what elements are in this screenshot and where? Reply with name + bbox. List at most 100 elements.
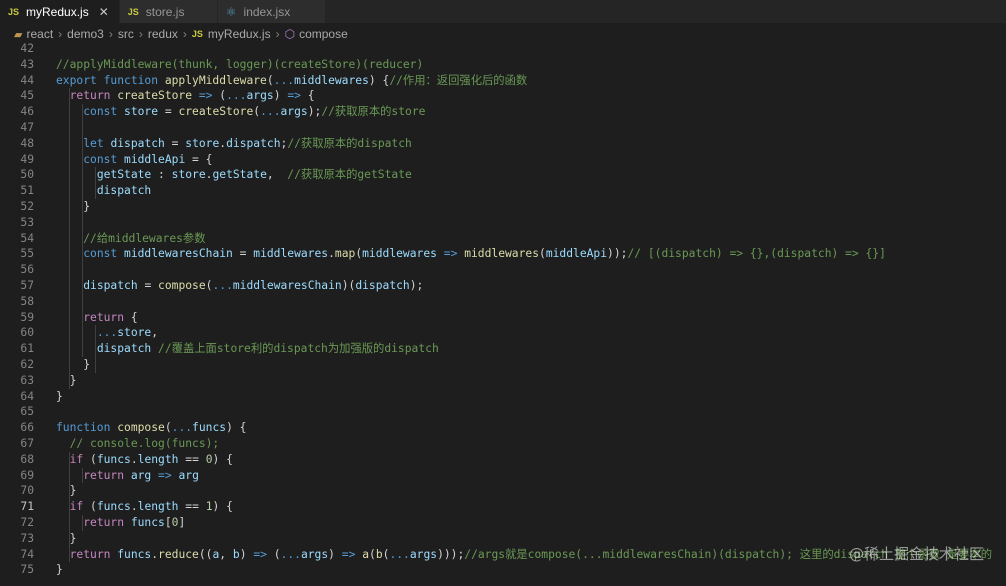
code-line[interactable]: 46 const store = createStore(...args);//… bbox=[0, 104, 1006, 120]
code-token: compose bbox=[117, 421, 165, 435]
code-token: ( bbox=[83, 500, 97, 514]
breadcrumb-item[interactable]: react bbox=[26, 27, 53, 41]
code-token: dispatch bbox=[83, 279, 138, 292]
tab-index[interactable]: ⚛ index.jsx bbox=[217, 0, 326, 23]
breadcrumb-item[interactable]: src bbox=[118, 27, 134, 41]
code-token: dispatch bbox=[355, 279, 410, 292]
code-line[interactable]: 47 bbox=[0, 120, 1006, 136]
code-token: //覆盖上面store利的dispatch为加强版的dispatch bbox=[158, 342, 439, 356]
line-number: 51 bbox=[20, 184, 34, 198]
code-token: //作用：返回强化后的函数 bbox=[389, 73, 528, 87]
code-token: ] bbox=[178, 516, 186, 529]
code-line[interactable]: 65 bbox=[0, 404, 1006, 420]
code-line[interactable]: 56 bbox=[0, 262, 1006, 278]
code-token: == bbox=[178, 500, 206, 514]
code-token: funcs bbox=[96, 452, 131, 466]
tab-myredux[interactable]: JS myRedux.js ✕ bbox=[0, 0, 120, 23]
code-token: middlewares bbox=[294, 73, 369, 87]
code-line[interactable]: 62 } bbox=[0, 357, 1006, 373]
code-token: ) bbox=[239, 547, 254, 561]
line-number: 55 bbox=[20, 247, 34, 261]
code-line[interactable]: 49 const middleApi = { bbox=[0, 152, 1006, 168]
code-line[interactable]: 64} bbox=[0, 389, 1006, 405]
code-text: return funcs[0] bbox=[56, 515, 185, 531]
code-token: function bbox=[103, 73, 165, 87]
close-icon[interactable]: ✕ bbox=[99, 5, 109, 19]
code-editor[interactable]: 42 43 //applyMiddleware(thunk, logger)(cre… bbox=[0, 42, 1006, 586]
tab-bar: JS myRedux.js ✕ JS store.js ⚛ index.jsx bbox=[0, 0, 1006, 23]
code-line[interactable]: 63 } bbox=[0, 373, 1006, 389]
code-line[interactable]: 57 dispatch = compose(...middlewaresChai… bbox=[0, 278, 1006, 294]
code-token: getState bbox=[212, 168, 267, 182]
breadcrumb-item[interactable]: myRedux.js bbox=[208, 27, 271, 41]
code-token: args bbox=[409, 547, 438, 561]
code-line[interactable]: 50 getState : store.getState, //获取原本的get… bbox=[0, 167, 1006, 183]
line-number: 58 bbox=[20, 294, 34, 308]
code-line[interactable]: 61 dispatch //覆盖上面store利的dispatch为加强版的di… bbox=[0, 341, 1006, 357]
breadcrumb-item[interactable]: compose bbox=[299, 27, 348, 41]
code-token: const bbox=[83, 247, 125, 261]
code-token: funcs bbox=[130, 516, 165, 529]
code-token: 1 bbox=[205, 500, 213, 514]
code-token: store bbox=[117, 326, 152, 340]
code-text: } bbox=[56, 389, 63, 405]
code-line[interactable]: 51 dispatch bbox=[0, 183, 1006, 199]
code-line[interactable]: 45 return createStore => (...args) => { bbox=[0, 88, 1006, 104]
code-line[interactable]: 68 if (funcs.length == 0) { bbox=[0, 452, 1006, 468]
code-line[interactable]: 71 if (funcs.length == 1) { bbox=[0, 499, 1006, 515]
code-line[interactable]: 43 //applyMiddleware(thunk, logger)(creat… bbox=[0, 57, 1006, 73]
line-number: 53 bbox=[20, 215, 34, 229]
code-token: = bbox=[137, 279, 159, 292]
chevron-right-icon: › bbox=[182, 27, 187, 41]
code-token: map bbox=[334, 247, 356, 261]
code-token: ) { bbox=[212, 500, 233, 514]
code-line[interactable]: 60 ...store, bbox=[0, 325, 1006, 341]
code-token: b bbox=[232, 547, 240, 561]
code-text: dispatch bbox=[56, 183, 151, 199]
code-line[interactable]: 75} bbox=[0, 562, 1006, 578]
code-token: ... bbox=[171, 421, 193, 435]
line-number: 46 bbox=[20, 105, 34, 119]
code-text: ...store, bbox=[56, 325, 158, 341]
code-token: . bbox=[130, 452, 138, 466]
code-line[interactable]: 58 bbox=[0, 294, 1006, 310]
js-file-icon: JS bbox=[8, 6, 20, 17]
line-number: 47 bbox=[20, 121, 34, 134]
code-token: ))); bbox=[437, 547, 465, 561]
code-line[interactable]: 70 } bbox=[0, 483, 1006, 499]
code-line[interactable]: 44 export function applyMiddleware(...mid… bbox=[0, 73, 1006, 89]
code-token: args bbox=[300, 547, 329, 561]
code-line[interactable]: 72 return funcs[0] bbox=[0, 515, 1006, 531]
code-line[interactable]: 66 function compose(...funcs) { bbox=[0, 420, 1006, 436]
tab-label: index.jsx bbox=[243, 4, 291, 19]
code-line[interactable]: 42 bbox=[0, 41, 1006, 57]
line-number: 75 bbox=[20, 563, 34, 577]
code-text: const store = createStore(...args);//获取原… bbox=[56, 104, 425, 120]
code-line[interactable]: 52 } bbox=[0, 199, 1006, 215]
code-line[interactable]: 54 //给middlewares参数 bbox=[0, 231, 1006, 247]
code-token: b bbox=[375, 547, 383, 561]
code-token: return bbox=[83, 516, 131, 529]
code-line[interactable]: 53 bbox=[0, 215, 1006, 231]
line-number: 59 bbox=[20, 310, 34, 324]
code-line[interactable]: 59 return { bbox=[0, 310, 1006, 326]
breadcrumb-item[interactable]: redux bbox=[148, 27, 178, 41]
line-number: 52 bbox=[20, 200, 34, 213]
breadcrumb-item[interactable]: demo3 bbox=[67, 27, 104, 41]
code-line[interactable]: 69 return arg => arg bbox=[0, 468, 1006, 484]
code-line[interactable]: 48 let dispatch = store.dispatch;//获取原本的… bbox=[0, 136, 1006, 152]
code-token: //给middlewares参数 bbox=[83, 231, 206, 245]
code-line[interactable]: 55 const middlewaresChain = middlewares.… bbox=[0, 246, 1006, 262]
line-number: 50 bbox=[20, 168, 34, 182]
code-token: ( bbox=[83, 452, 97, 466]
line-number: 48 bbox=[20, 136, 34, 150]
line-number: 66 bbox=[20, 421, 34, 435]
code-token: , bbox=[266, 168, 288, 182]
symbol-function-icon: ⬡ bbox=[284, 27, 296, 41]
code-line[interactable]: 67 // console.log(funcs); bbox=[0, 436, 1006, 452]
tab-store[interactable]: JS store.js bbox=[119, 0, 218, 23]
code-token: ... bbox=[212, 279, 233, 292]
code-token: middlewares bbox=[253, 247, 329, 261]
